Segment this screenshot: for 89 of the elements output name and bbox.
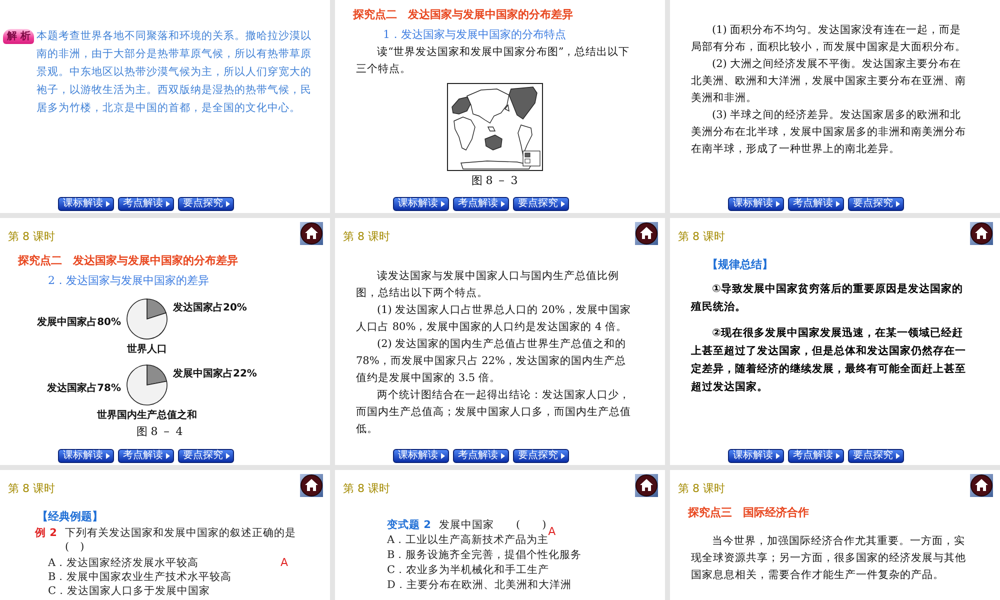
caret-icon xyxy=(501,201,505,207)
paragraph: 当今世界，加强国际经济合作尤其重要。一方面，实现全球资源共享；另一方面，很多国家的经济发展与其他国家息息相关，需要合作才能生产一件复杂的产品。 xyxy=(691,534,967,583)
nav-button[interactable]: 考点解读 xyxy=(788,449,844,463)
caret-icon xyxy=(166,201,170,207)
subheading: 2．发达国家与发展中国家的差异 xyxy=(48,273,210,288)
paragraph: (3) 半球之间的经济差异。发达国家居多的欧洲和北美洲分布在北半球，发展中国家居多的非洲和南美洲分布在南半球，形成了一种世界上的南北差异。 xyxy=(691,108,967,157)
analysis-text: 本题考查世界各地不同聚落和环境的关系。撒哈拉沙漠以南的非洲，由于大部分是热带草原气候，所以有热带草原景观。中东地区以热带沙漠气候为主，所以人们穿宽大的袍子，以游牧生活为主。西双版纳是湿热的热带气候，民居多为竹楼，北京是中国的首都，是全国的文化中心。 xyxy=(36,29,312,116)
lesson-label: 第 8 课时 xyxy=(678,230,725,244)
lesson-label: 第 8 课时 xyxy=(343,230,390,244)
nav-button[interactable]: 考点解读 xyxy=(453,449,509,463)
home-icon[interactable] xyxy=(635,474,658,497)
caret-icon xyxy=(896,201,900,207)
subheading: 1．发达国家与发展中国家的分布特点 xyxy=(383,27,567,42)
question-number: 变式题 2 xyxy=(387,518,431,533)
answer-mark: A xyxy=(280,556,288,570)
home-icon[interactable] xyxy=(635,222,658,245)
lesson-label: 第 8 课时 xyxy=(343,482,390,496)
section-heading: 探究点二 发达国家与发展中国家的分布差异 xyxy=(353,7,574,22)
nav-button[interactable]: 课标解读 xyxy=(728,449,784,463)
figure-caption: 图 8 － 3 xyxy=(470,173,519,188)
pie-label: 发展中国家占80% xyxy=(37,317,121,328)
caret-icon xyxy=(896,453,900,459)
chart-title: 世界人口 xyxy=(127,344,167,356)
caret-icon xyxy=(106,453,110,459)
nav-button[interactable]: 要点探究 xyxy=(178,449,234,463)
lesson-label: 第 8 课时 xyxy=(8,482,55,496)
nav-button[interactable]: 考点解读 xyxy=(453,197,509,211)
lesson-label: 第 8 课时 xyxy=(678,482,725,496)
question-text: 下列有关发达国家和发展中国家的叙述正确的是 ( ) xyxy=(64,526,297,554)
lesson-label: 第 8 课时 xyxy=(8,230,55,244)
caret-icon xyxy=(441,201,445,207)
pie-label: 发达国家占20% xyxy=(173,302,247,314)
answer-option: C．发达国家人口多于发展中国家 xyxy=(48,584,210,598)
answer-option: C．农业多为半机械化和手工生产 xyxy=(387,563,550,578)
paragraph: 两个统计图结合在一起得出结论：发达国家人口少，而国内生产总值高；发展中国家人口多，而国内生产总值低。 xyxy=(356,388,632,437)
paragraph: (1) 面积分布不均匀。发达国家没有连在一起，而是局部有分布，面积比较小，而发展中国家是大面积分布。 xyxy=(691,23,967,55)
caret-icon xyxy=(561,201,565,207)
section-label: 【经典例题】 xyxy=(37,509,104,524)
nav-button[interactable]: 课标解读 xyxy=(58,449,114,463)
answer-option: D．主要分布在欧洲、北美洲和大洋洲 xyxy=(387,578,572,593)
caret-icon xyxy=(836,453,840,459)
paragraph: ①导致发展中国家贫穷落后的重要原因是发达国家的殖民统治。 xyxy=(691,282,964,315)
caret-icon xyxy=(561,453,565,459)
figure-caption: 图 8 － 4 xyxy=(135,424,184,439)
answer-option: A．发达国家经济发展水平较高 xyxy=(48,556,199,570)
nav-button[interactable]: 课标解读 xyxy=(728,197,784,211)
caret-icon xyxy=(441,453,445,459)
paragraph: (1) 发达国家人口占世界总人口的 20%，发展中国家人口占 80%，发展中国家的人口约是发达国家的 4 倍。 xyxy=(356,303,632,335)
pie-label: 发展中国家占22% xyxy=(173,368,257,380)
section-label: 【规律总结】 xyxy=(707,257,774,272)
caret-icon xyxy=(106,201,110,207)
pie-label: 发达国家占78% xyxy=(47,383,121,394)
caret-icon xyxy=(501,453,505,459)
nav-button[interactable]: 要点探究 xyxy=(513,197,569,211)
answer-option: B．发展中国家农业生产技术水平较高 xyxy=(48,570,232,584)
question-number: 例 2 xyxy=(35,526,57,540)
nav-button[interactable]: 考点解读 xyxy=(788,197,844,211)
nav-button[interactable]: 课标解读 xyxy=(393,197,449,211)
nav-button[interactable]: 要点探究 xyxy=(848,449,904,463)
nav-button[interactable]: 考点解读 xyxy=(118,449,174,463)
home-icon[interactable] xyxy=(300,474,323,497)
paragraph: 读发达国家与发展中国家人口与国内生产总值比例图，总结出以下两个特点。 xyxy=(356,269,620,301)
paragraph: ②现在很多发展中国家发展迅速，在某一领域已经赶上甚至超过了发达国家，但是总体和发达国家仍然存在一定差异，随着经济的继续发展，最终有可能全面赶上甚至超过发达国家。 xyxy=(691,326,967,395)
nav-button[interactable]: 课标解读 xyxy=(393,449,449,463)
section-heading: 探究点二 发达国家与发展中国家的分布差异 xyxy=(18,253,239,268)
chart-title: 世界国内生产总值之和 xyxy=(97,410,197,422)
caret-icon xyxy=(226,453,230,459)
nav-button[interactable]: 要点探究 xyxy=(848,197,904,211)
caret-icon xyxy=(776,201,780,207)
home-icon[interactable] xyxy=(970,474,993,497)
nav-button[interactable]: 课标解读 xyxy=(58,197,114,211)
answer-option: A．工业以生产高新技术产品为主 xyxy=(387,533,549,548)
nav-button[interactable]: 考点解读 xyxy=(118,197,174,211)
home-icon[interactable] xyxy=(300,222,323,245)
section-heading: 探究点三 国际经济合作 xyxy=(688,505,810,520)
home-icon[interactable] xyxy=(970,222,993,245)
caret-icon xyxy=(836,201,840,207)
paragraph: (2) 发达国家的国内生产总值占世界生产总值之和的 78%，而发展中国家只占 22%，发达国家的国内生产总值约是发展中国家的 3.5 倍。 xyxy=(356,337,628,386)
caret-icon xyxy=(226,201,230,207)
ribbon-label: 解 析 xyxy=(3,29,34,44)
caret-icon xyxy=(166,453,170,459)
paragraph: (2) 大洲之间经济发展不平衡。发达国家主要分布在北美洲、欧洲和大洋洲，发展中国家主要分布在亚洲、南美洲和非洲。 xyxy=(691,57,967,106)
paragraph: 读“世界发达国家和发展中国家分布图”，总结出以下三个特点。 xyxy=(356,45,631,77)
nav-button[interactable]: 要点探究 xyxy=(178,197,234,211)
question-text: 发展中国家 ( ) xyxy=(438,518,546,533)
nav-button[interactable]: 要点探究 xyxy=(513,449,569,463)
answer-option: B．服务设施齐全完善，提倡个性化服务 xyxy=(387,548,582,563)
caret-icon xyxy=(776,453,780,459)
answer-mark: A xyxy=(548,524,556,539)
